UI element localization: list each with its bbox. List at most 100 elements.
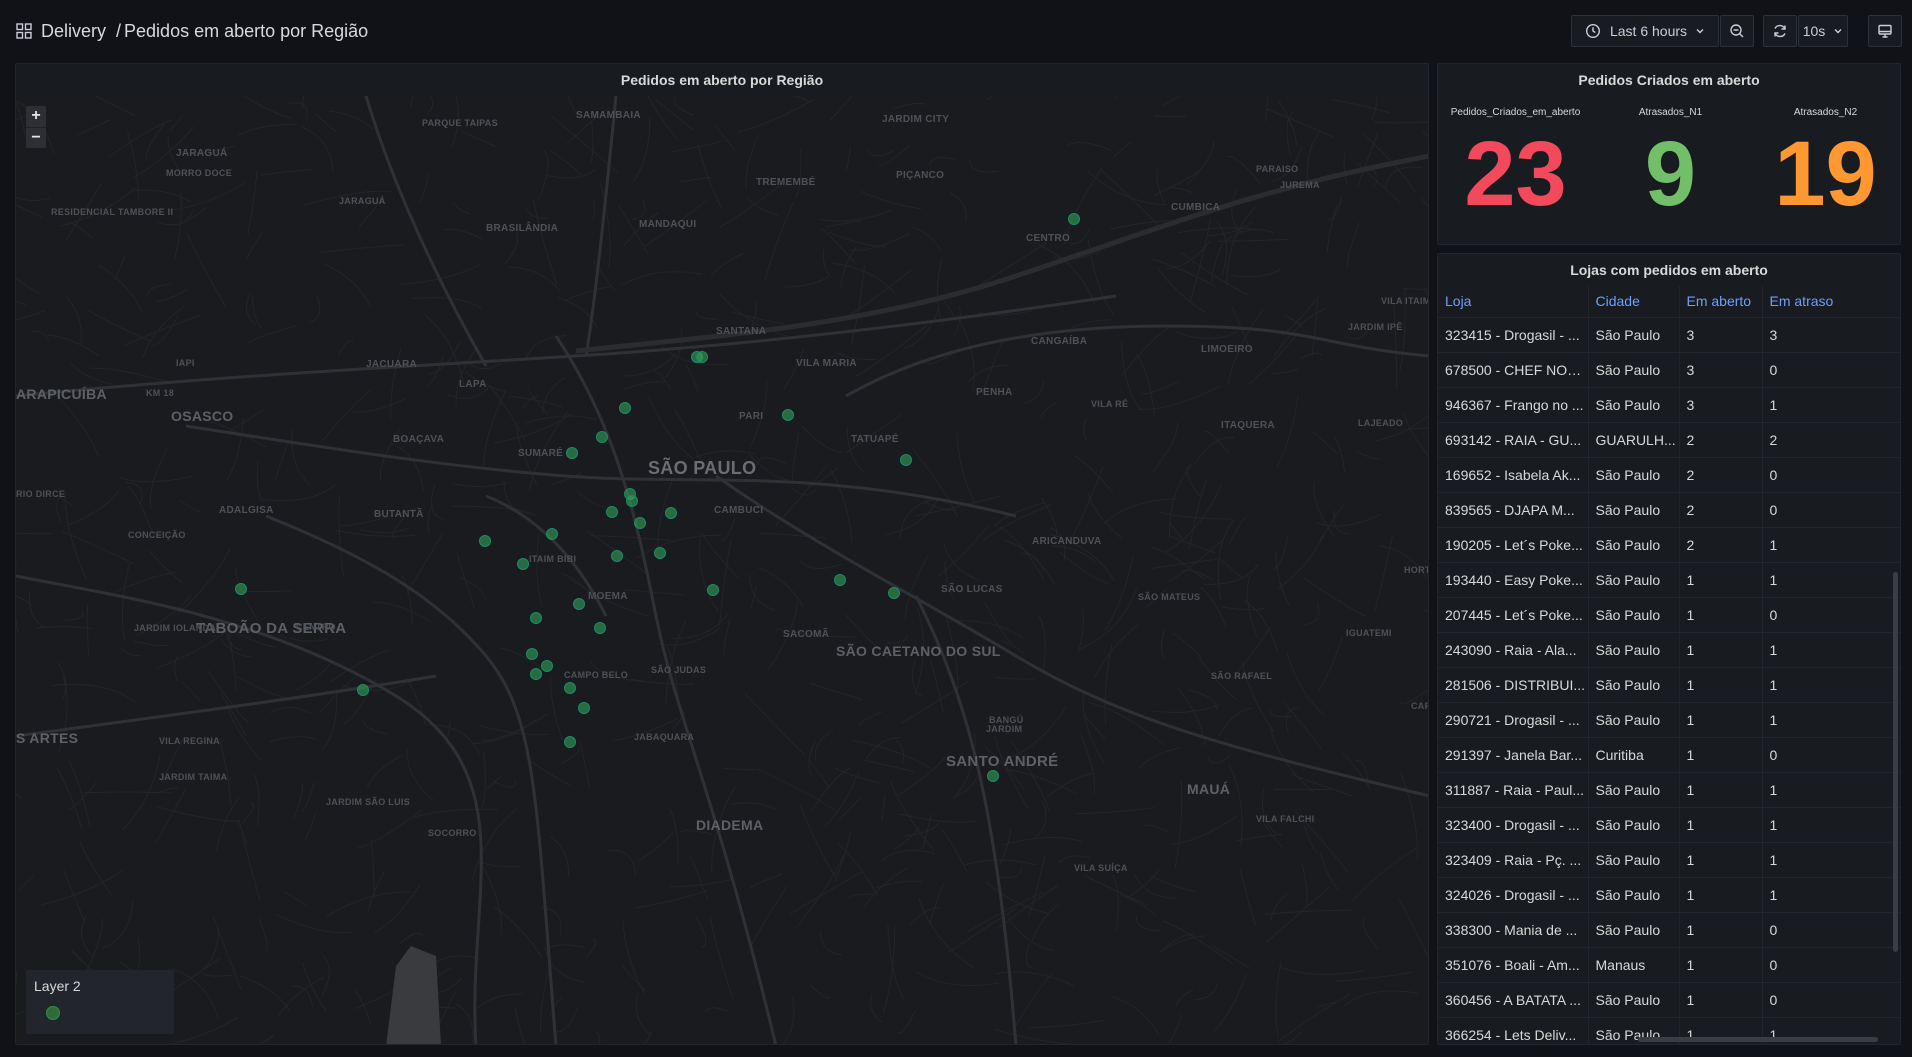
table-header-row: Loja Cidade Em aberto Em atraso — [1438, 286, 1900, 318]
map-marker[interactable] — [665, 507, 677, 519]
map-marker[interactable] — [564, 736, 576, 748]
map-marker[interactable] — [888, 587, 900, 599]
map-marker[interactable] — [987, 770, 999, 782]
table-row[interactable]: 190205 - Let´s Poke... São Paulo 2 1 — [1438, 527, 1900, 563]
panel-title[interactable]: Pedidos em aberto por Região — [16, 64, 1428, 96]
cell-cidade: São Paulo — [1587, 632, 1679, 668]
cell-cidade: GUARULH... — [1587, 422, 1679, 458]
column-header-cidade[interactable]: Cidade — [1587, 286, 1679, 318]
dashboard-title[interactable]: Pedidos em aberto por Região — [124, 21, 368, 41]
cell-em-aberto: 1 — [1678, 842, 1762, 878]
zoom-out-button[interactable]: − — [26, 127, 46, 148]
map-marker[interactable] — [479, 535, 491, 547]
cell-loja: 946367 - Frango no ... — [1438, 387, 1588, 423]
zoom-in-button[interactable]: + — [26, 106, 46, 127]
dashboards-grid-icon[interactable] — [16, 23, 32, 39]
map-marker[interactable] — [526, 648, 538, 660]
map-marker[interactable] — [573, 598, 585, 610]
cell-loja: 290721 - Drogasil - ... — [1438, 702, 1588, 738]
map-marker[interactable] — [606, 506, 618, 518]
map-marker[interactable] — [566, 447, 578, 459]
table-container[interactable]: Loja Cidade Em aberto Em atraso 323415 -… — [1438, 286, 1900, 1044]
map-marker[interactable] — [782, 409, 794, 421]
table-row[interactable]: 207445 - Let´s Poke... São Paulo 1 0 — [1438, 597, 1900, 633]
cell-em-atraso: 0 — [1761, 352, 1900, 388]
cell-cidade: São Paulo — [1587, 317, 1679, 353]
cell-em-atraso: 0 — [1761, 597, 1900, 633]
table-row[interactable]: 839565 - DJAPA M... São Paulo 2 0 — [1438, 492, 1900, 528]
zoom-out-time-button[interactable] — [1720, 15, 1754, 47]
map-marker[interactable] — [626, 495, 638, 507]
time-range-label: Last 6 hours — [1609, 23, 1688, 39]
table-row[interactable]: 338300 - Mania de ... São Paulo 1 0 — [1438, 912, 1900, 948]
panel-title[interactable]: Lojas com pedidos em aberto — [1438, 254, 1900, 286]
cell-em-atraso: 1 — [1761, 702, 1900, 738]
breadcrumb-folder-link[interactable]: Delivery — [41, 21, 106, 41]
table-row[interactable]: 193440 - Easy Poke... São Paulo 1 1 — [1438, 562, 1900, 598]
cell-em-atraso: 0 — [1761, 737, 1900, 773]
refresh-interval-picker[interactable]: 10s — [1798, 15, 1848, 47]
time-range-picker[interactable]: Last 6 hours — [1571, 15, 1719, 47]
table-row[interactable]: 290721 - Drogasil - ... São Paulo 1 1 — [1438, 702, 1900, 738]
map-marker[interactable] — [530, 668, 542, 680]
panel-title[interactable]: Pedidos Criados em aberto — [1438, 64, 1900, 96]
map-marker[interactable] — [654, 547, 666, 559]
map-marker[interactable] — [1068, 213, 1080, 225]
cell-cidade: São Paulo — [1587, 457, 1679, 493]
table-row[interactable]: 281506 - DISTRIBUI... São Paulo 1 1 — [1438, 667, 1900, 703]
cell-loja: 351076 - Boali - Am... — [1438, 947, 1588, 983]
zoom-control: + − — [26, 106, 46, 148]
map-marker[interactable] — [357, 684, 369, 696]
cell-loja: 311887 - Raia - Paul... — [1438, 772, 1588, 808]
map-marker[interactable] — [594, 622, 606, 634]
table-row[interactable]: 169652 - Isabela Ak... São Paulo 2 0 — [1438, 457, 1900, 493]
clock-icon — [1585, 23, 1600, 39]
tv-mode-button[interactable] — [1868, 15, 1902, 47]
vertical-scrollbar[interactable] — [1893, 572, 1898, 952]
horizontal-scrollbar[interactable] — [1638, 1037, 1878, 1042]
table-row[interactable]: 291397 - Janela Bar... Curitiba 1 0 — [1438, 737, 1900, 773]
cell-em-atraso: 1 — [1761, 387, 1900, 423]
map-marker[interactable] — [596, 431, 608, 443]
cell-loja: 243090 - Raia - Ala... — [1438, 632, 1588, 668]
table-row[interactable]: 324026 - Drogasil - ... São Paulo 1 1 — [1438, 877, 1900, 913]
table-row[interactable]: 323409 - Raia - Pç. ... São Paulo 1 1 — [1438, 842, 1900, 878]
map-marker[interactable] — [541, 660, 553, 672]
cell-cidade: São Paulo — [1587, 562, 1679, 598]
table-row[interactable]: 323415 - Drogasil - ... São Paulo 3 3 — [1438, 317, 1900, 353]
cell-loja: 324026 - Drogasil - ... — [1438, 877, 1588, 913]
chevron-down-icon — [1696, 29, 1704, 34]
column-header-loja[interactable]: Loja — [1438, 286, 1588, 318]
table-row[interactable]: 243090 - Raia - Ala... São Paulo 1 1 — [1438, 632, 1900, 668]
map-marker[interactable] — [900, 454, 912, 466]
map-marker[interactable] — [619, 402, 631, 414]
map-marker[interactable] — [546, 528, 558, 540]
geomap[interactable]: SAMAMBAIA PARQUE TAIPAS JARDIM CITY JARAGUÁ… — [16, 96, 1428, 1044]
table-row[interactable]: 323400 - Drogasil - ... São Paulo 1 1 — [1438, 807, 1900, 843]
column-header-em-atraso[interactable]: Em atraso — [1761, 286, 1900, 318]
table-row[interactable]: 946367 - Frango no ... São Paulo 3 1 — [1438, 387, 1900, 423]
table-row[interactable]: 693142 - RAIA - GU... GUARULH... 2 2 — [1438, 422, 1900, 458]
table-row[interactable]: 678500 - CHEF NOU... São Paulo 3 0 — [1438, 352, 1900, 388]
map-legend: Layer 2 — [26, 970, 174, 1034]
cell-em-aberto: 3 — [1678, 387, 1762, 423]
map-marker[interactable] — [634, 517, 646, 529]
map-marker[interactable] — [834, 574, 846, 586]
map-marker[interactable] — [564, 682, 576, 694]
table-row[interactable]: 311887 - Raia - Paul... São Paulo 1 1 — [1438, 772, 1900, 808]
cell-em-aberto: 3 — [1678, 352, 1762, 388]
map-marker[interactable] — [517, 558, 529, 570]
table-row[interactable]: 360456 - A BATATA ... São Paulo 1 0 — [1438, 982, 1900, 1018]
map-marker[interactable] — [707, 584, 719, 596]
table-row[interactable]: 351076 - Boali - Am... Manaus 1 0 — [1438, 947, 1900, 983]
map-marker[interactable] — [611, 550, 623, 562]
map-marker[interactable] — [235, 583, 247, 595]
map-marker[interactable] — [696, 351, 708, 363]
column-header-em-aberto[interactable]: Em aberto — [1678, 286, 1762, 318]
map-marker[interactable] — [578, 702, 590, 714]
cell-loja: 323409 - Raia - Pç. ... — [1438, 842, 1588, 878]
cell-cidade: São Paulo — [1587, 772, 1679, 808]
map-marker[interactable] — [530, 612, 542, 624]
cell-em-atraso: 1 — [1761, 632, 1900, 668]
refresh-button[interactable] — [1763, 15, 1797, 47]
